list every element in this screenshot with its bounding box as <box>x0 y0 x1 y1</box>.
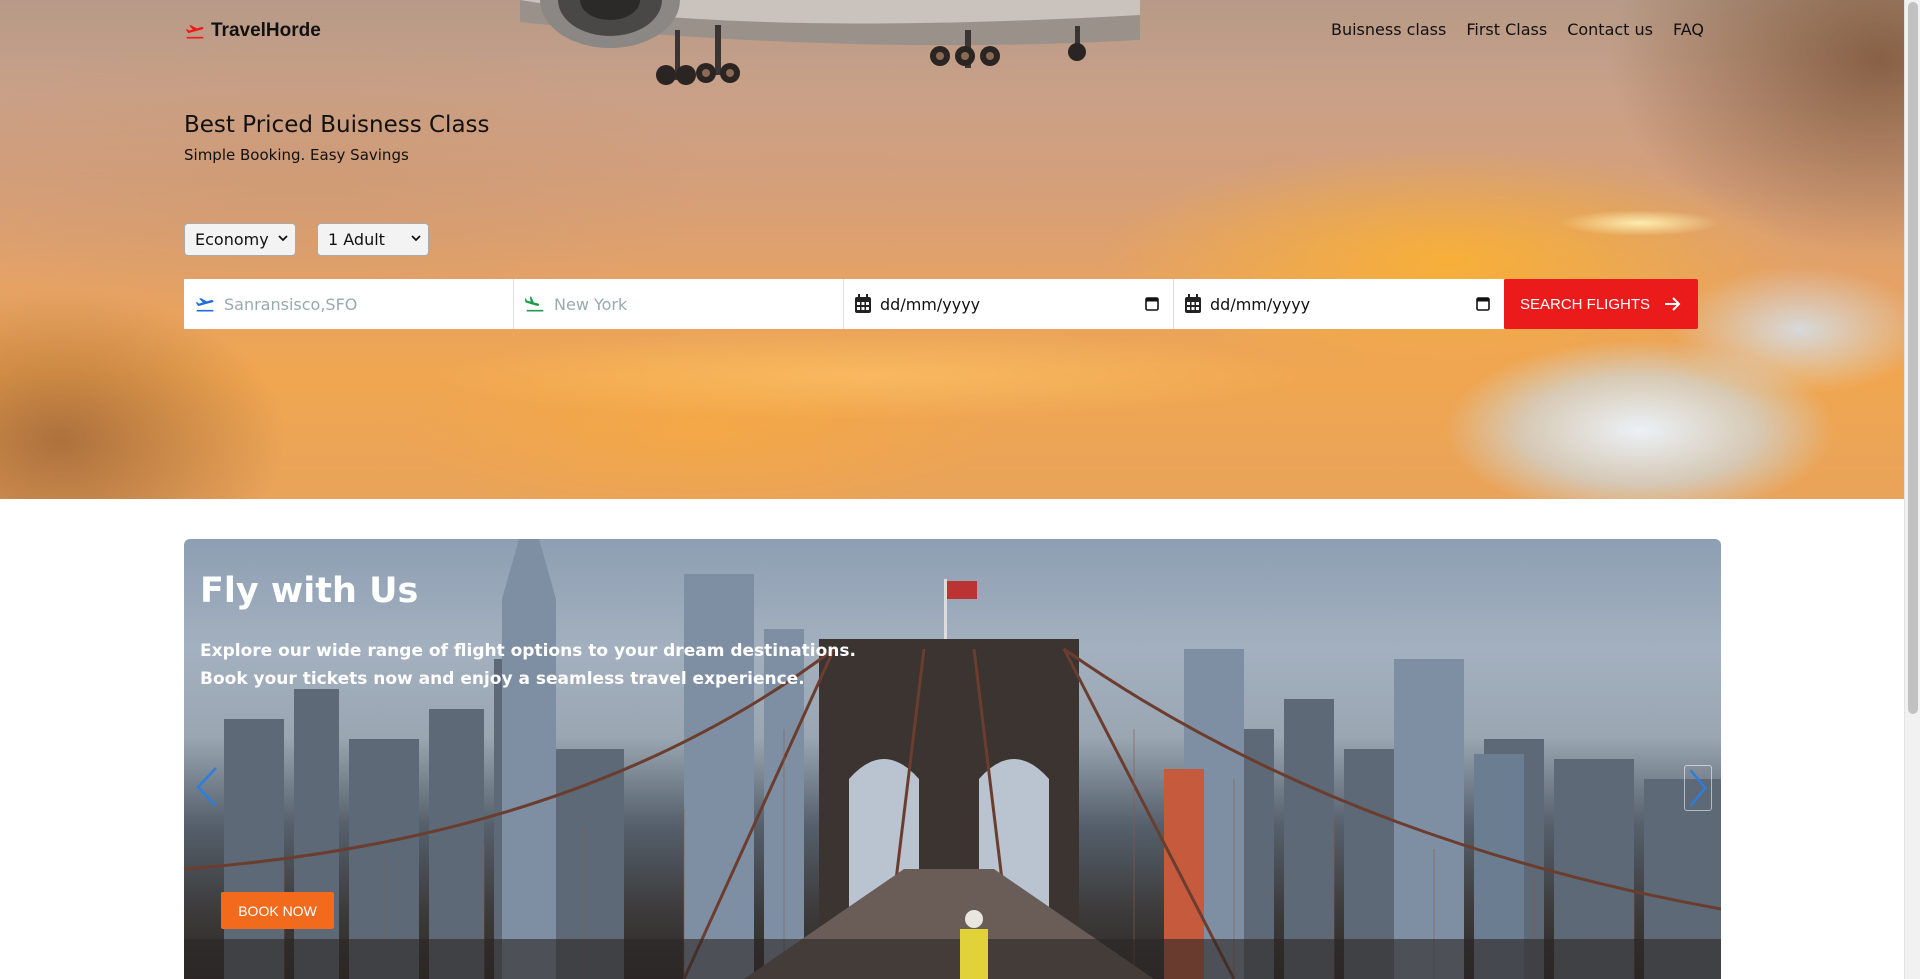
passengers-select[interactable]: 1 Adult <box>317 223 429 256</box>
hero-sun-glow <box>1560 210 1720 236</box>
carousel-title: Fly with Us <box>200 571 419 611</box>
top-nav: Buisness class First Class Contact us FA… <box>1331 20 1704 39</box>
to-input[interactable]: New York <box>554 295 627 314</box>
plane-departure-icon <box>195 298 214 312</box>
to-field[interactable]: New York <box>514 279 844 329</box>
passengers-value: 1 Adult <box>328 230 385 249</box>
cabin-class-value: Economy <box>195 230 269 249</box>
calendar-icon <box>855 294 871 313</box>
search-flights-label: SEARCH FLIGHTS <box>1519 295 1651 313</box>
nav-item-first-class[interactable]: First Class <box>1466 20 1547 39</box>
hero-subtitle: Simple Booking. Easy Savings <box>184 146 409 164</box>
chevron-down-icon <box>411 235 421 242</box>
page-scrollbar[interactable] <box>1904 0 1920 979</box>
airplane-image <box>520 0 1140 85</box>
nav-item-faq[interactable]: FAQ <box>1673 20 1704 39</box>
carousel-text-line: Book your tickets now and enjoy a seamle… <box>200 669 805 689</box>
calendar-icon <box>1185 294 1201 313</box>
promo-carousel: Fly with Us Explore our wide range of fl… <box>184 539 1721 979</box>
scrollbar-thumb[interactable] <box>1908 2 1918 714</box>
hero-cloud <box>420 330 1320 420</box>
nav-item-contact-us[interactable]: Contact us <box>1567 20 1653 39</box>
depart-date-input[interactable]: dd/mm/yyyy <box>880 295 980 314</box>
carousel-text-line: Explore our wide range of flight options… <box>200 641 856 661</box>
depart-date-field[interactable]: dd/mm/yyyy <box>844 279 1174 329</box>
hero-banner: TravelHorde Buisness class First Class C… <box>0 0 1904 499</box>
return-date-input[interactable]: dd/mm/yyyy <box>1210 295 1310 314</box>
plane-arrival-icon <box>525 296 544 312</box>
flight-search-bar: Sanransisco,SFO New York dd/mm/yyyy dd/m… <box>184 279 1699 329</box>
hero-title: Best Priced Buisness Class <box>184 112 490 138</box>
carousel-description: Explore our wide range of flight options… <box>200 637 900 693</box>
date-picker-icon[interactable] <box>1145 296 1159 311</box>
arrow-right-icon <box>1665 297 1681 311</box>
nav-item-business-class[interactable]: Buisness class <box>1331 20 1446 39</box>
plane-takeoff-icon <box>185 25 204 39</box>
chevron-down-icon <box>278 235 288 242</box>
search-flights-button[interactable]: SEARCH FLIGHTS <box>1504 279 1698 329</box>
brand-name: TravelHorde <box>211 20 321 41</box>
from-field[interactable]: Sanransisco,SFO <box>184 279 514 329</box>
book-now-button[interactable]: BOOK NOW <box>221 892 334 929</box>
cabin-class-select[interactable]: Economy <box>184 223 296 256</box>
return-date-field[interactable]: dd/mm/yyyy <box>1174 279 1504 329</box>
brand-logo[interactable]: TravelHorde <box>185 20 321 42</box>
carousel-next-arrow-icon[interactable] <box>1684 765 1712 811</box>
from-input[interactable]: Sanransisco,SFO <box>224 295 357 314</box>
date-picker-icon[interactable] <box>1476 296 1490 311</box>
carousel-prev-arrow-icon[interactable] <box>194 764 220 810</box>
